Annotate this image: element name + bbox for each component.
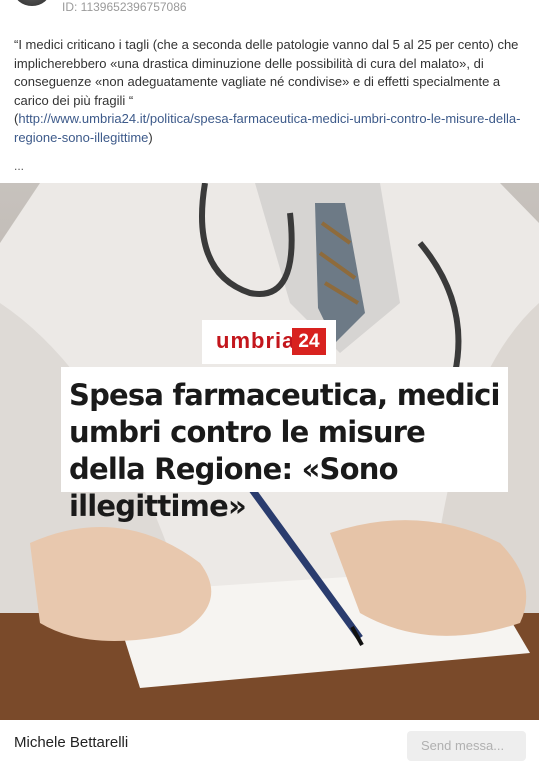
post-body: “I medici criticano i tagli (che a secon… (14, 37, 519, 108)
send-message-button[interactable]: Send messa... (407, 731, 526, 761)
article-link[interactable]: http://www.umbria24.it/politica/spesa-fa… (14, 111, 520, 145)
avatar[interactable] (14, 0, 50, 6)
see-more[interactable]: ... (14, 159, 24, 173)
headline-box: Spesa farmaceutica, medici umbri contro … (61, 367, 508, 523)
post-id: ID: 1139652396757086 (62, 0, 187, 14)
author-name[interactable]: Michele Bettarelli (14, 734, 128, 751)
article-headline: Spesa farmaceutica, medici umbri contro … (69, 378, 500, 523)
post-text: “I medici criticano i tagli (che a secon… (14, 36, 524, 147)
article-preview-image[interactable]: umbria 24 Spesa farmaceutica, medici umb… (0, 183, 539, 720)
logo-word: umbria (216, 328, 296, 353)
link-close-paren: ) (148, 129, 153, 145)
logo-badge: 24 (292, 328, 326, 355)
umbria24-logo: umbria 24 (202, 320, 336, 364)
